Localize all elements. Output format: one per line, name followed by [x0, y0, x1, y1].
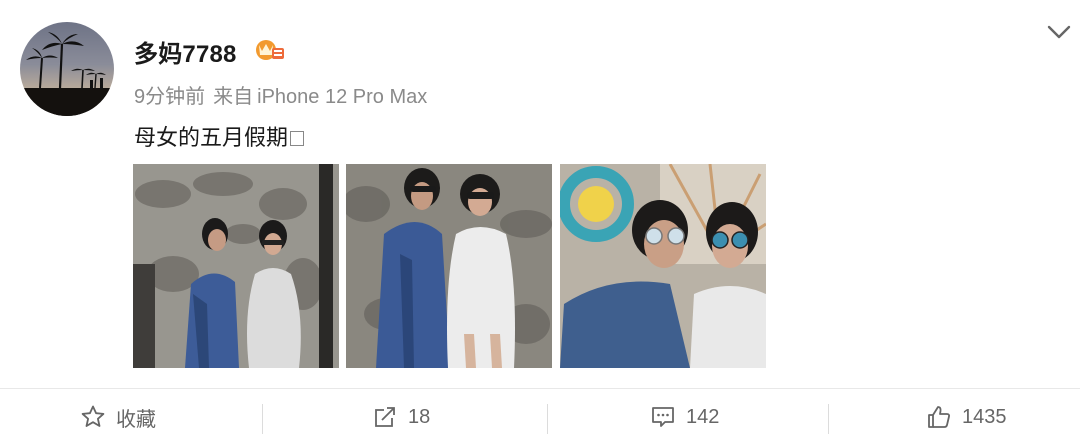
post-photo-3[interactable]: [560, 164, 766, 368]
source-device[interactable]: iPhone 12 Pro Max: [257, 86, 427, 108]
avatar[interactable]: [20, 22, 114, 116]
chevron-down-icon[interactable]: [1046, 22, 1072, 42]
comment-count: 142: [686, 405, 720, 428]
favorite-label: 收藏: [116, 408, 156, 431]
thumbs-up-icon: [928, 406, 950, 428]
post-meta: 9分钟前 来自 iPhone 12 Pro Max: [134, 80, 435, 109]
post-time: 9分钟前: [134, 86, 206, 108]
favorite-button[interactable]: 收藏: [80, 400, 156, 434]
missing-emoji-glyph: [290, 131, 305, 146]
post-photo-1[interactable]: [133, 164, 339, 368]
post-photo-2[interactable]: [346, 164, 552, 368]
username[interactable]: 多妈7788: [134, 34, 237, 69]
share-icon: [375, 407, 395, 427]
palm-tree-silhouette: [20, 32, 114, 116]
repost-button[interactable]: 18: [372, 400, 430, 434]
action-divider: [262, 404, 263, 434]
comment-button[interactable]: 142: [650, 400, 719, 434]
repost-count: 18: [408, 405, 431, 428]
star-icon: [81, 405, 105, 427]
like-button[interactable]: 1435: [926, 400, 1007, 434]
vip-crown-icon[interactable]: [253, 36, 287, 64]
post-text-container: 母女的五月假期: [134, 120, 305, 152]
action-bar-border: [0, 388, 1080, 389]
like-count: 1435: [962, 405, 1007, 428]
post-text: 母女的五月假期: [134, 125, 289, 150]
action-divider: [547, 404, 548, 434]
comment-icon: [652, 407, 674, 427]
action-divider: [828, 404, 829, 434]
source-prefix: 来自: [213, 86, 254, 108]
